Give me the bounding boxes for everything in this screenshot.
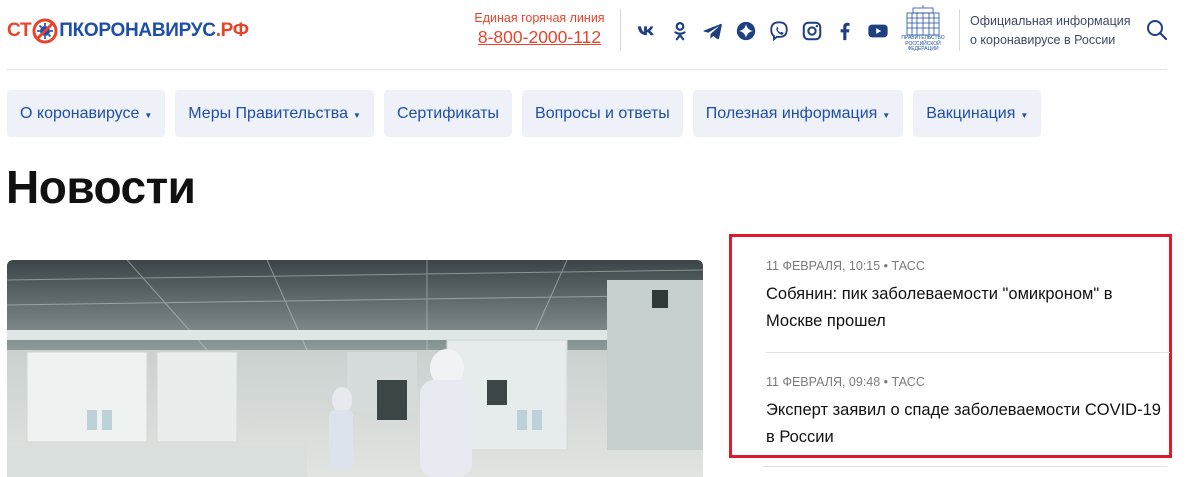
news-list-highlight: 11 ФЕВРАЛЯ, 10:15 • ТАСС Собянин: пик за… [729, 234, 1172, 458]
caret-down-icon: ▼ [353, 110, 361, 120]
nav-item-label: Вопросы и ответы [535, 104, 670, 122]
header-divider [959, 9, 960, 51]
viber-icon[interactable] [762, 18, 795, 44]
news-title-link[interactable]: Собянин: пик заболеваемости "омикроном" … [766, 281, 1170, 335]
news-item: 11 ФЕВРАЛЯ, 10:15 • ТАСС Собянин: пик за… [766, 259, 1170, 335]
official-info-text[interactable]: Официальная информация о коронавирусе в … [970, 12, 1140, 50]
news-separator [766, 352, 1170, 353]
social-links [630, 18, 894, 44]
site-logo[interactable]: СТ ПКОРОНАВИРУС .РФ [7, 18, 249, 44]
government-caption: ПРАВИТЕЛЬСТВО РОССИЙСКОЙ ФЕДЕРАЦИИ [901, 35, 945, 52]
youtube-icon[interactable] [861, 18, 894, 44]
nav-item-vaccination[interactable]: Вакцинация ▼ [913, 90, 1042, 137]
nav-item-government-measures[interactable]: Меры Правительства ▼ [175, 90, 374, 137]
logo-text-main: ПКОРОНАВИРУС [59, 20, 216, 41]
hotline-phone-link[interactable]: 8-800-2000-112 [478, 27, 601, 47]
nav-item-about-coronavirus[interactable]: О коронавирусе ▼ [7, 90, 166, 137]
nav-item-label: О коронавирусе [20, 104, 140, 122]
hospital-scene-image [7, 260, 703, 477]
news-title-link[interactable]: Эксперт заявил о спаде заболеваемости CO… [766, 397, 1170, 451]
news-item: 11 ФЕВРАЛЯ, 09:48 • ТАСС Эксперт заявил … [766, 375, 1170, 451]
news-meta: 11 ФЕВРАЛЯ, 10:15 • ТАСС [766, 259, 925, 273]
vk-icon[interactable] [630, 18, 663, 44]
nav-item-useful-info[interactable]: Полезная информация ▼ [692, 90, 904, 137]
news-meta: 11 ФЕВРАЛЯ, 09:48 • ТАСС [766, 375, 925, 389]
telegram-icon[interactable] [696, 18, 729, 44]
nav-item-faq[interactable]: Вопросы и ответы [522, 90, 683, 137]
news-main-photo[interactable] [7, 260, 703, 477]
caret-down-icon: ▼ [144, 110, 153, 120]
instagram-icon[interactable] [795, 18, 828, 44]
caret-down-icon: ▼ [1020, 110, 1029, 120]
news-separator [763, 466, 1167, 467]
nav-item-certificates[interactable]: Сертификаты [383, 90, 513, 137]
official-info-line2: о коронавирусе в России [970, 33, 1116, 47]
caret-down-icon: ▼ [882, 110, 891, 120]
nav-item-label: Сертификаты [396, 104, 500, 122]
header-divider [620, 9, 621, 51]
site-header: СТ ПКОРОНАВИРУС .РФ Единая горячая линия… [0, 0, 1189, 70]
nav-item-label: Вакцинация [926, 104, 1016, 122]
logo-text-start: СТ [7, 20, 32, 41]
page-title: Новости [6, 161, 196, 213]
nav-item-label: Полезная информация [705, 104, 878, 122]
hotline-label: Единая горячая линия [474, 11, 605, 25]
nav-item-label: Меры Правительства [188, 104, 349, 122]
search-icon[interactable] [1145, 18, 1169, 42]
hotline-block: Единая горячая линия 8-800-2000-112 [472, 11, 607, 49]
facebook-icon[interactable] [828, 18, 861, 44]
virus-crossed-icon [32, 18, 58, 44]
header-separator [7, 69, 1167, 70]
main-navigation: О коронавирусе ▼ Меры Правительства ▼ Се… [7, 90, 1042, 137]
odnoklassniki-icon[interactable] [663, 18, 696, 44]
yandex-zen-icon[interactable] [729, 18, 762, 44]
official-info-line1: Официальная информация [970, 14, 1131, 28]
logo-text-domain: .РФ [215, 20, 249, 41]
